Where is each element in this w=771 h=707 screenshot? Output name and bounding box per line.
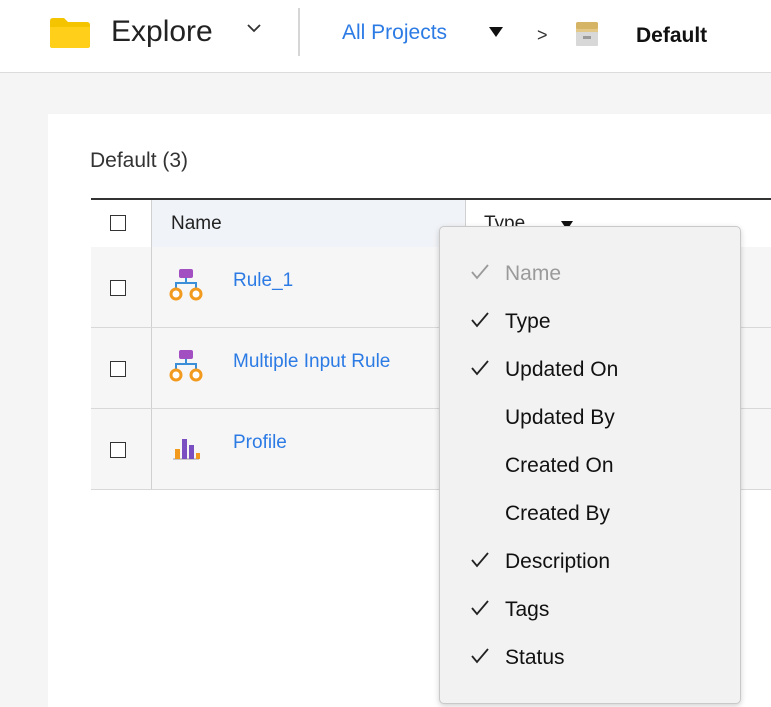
header-divider (298, 8, 300, 56)
menu-item-type[interactable]: Type (440, 297, 740, 345)
column-header-name: Name (171, 213, 222, 234)
menu-item-label: Type (505, 310, 551, 333)
breadcrumb-current: Default (636, 24, 708, 47)
row-checkbox[interactable] (110, 280, 126, 296)
menu-item-label: Created By (505, 502, 611, 525)
app-title[interactable]: Explore (111, 14, 213, 50)
top-header: Explore All Projects > Default (0, 0, 771, 73)
checkmark-icon (471, 264, 489, 280)
row-name-link[interactable]: Multiple Input Rule (233, 351, 390, 373)
project-archive-icon (576, 22, 598, 46)
row-checkbox-cell (91, 328, 152, 408)
menu-item-label: Name (505, 262, 562, 285)
rule-tree-icon (169, 350, 203, 382)
chevron-down-icon[interactable] (246, 22, 262, 34)
row-name-link[interactable]: Profile (233, 432, 287, 454)
menu-item-updated-by[interactable]: Updated By (440, 393, 740, 441)
menu-item-label: Created On (505, 454, 614, 477)
checkmark-icon (471, 360, 489, 376)
menu-item-status[interactable]: Status (440, 633, 740, 681)
rule-tree-icon (169, 269, 203, 301)
menu-item-description[interactable]: Description (440, 537, 740, 585)
row-checkbox-cell (91, 409, 152, 489)
menu-item-created-on[interactable]: Created On (440, 441, 740, 489)
breadcrumb-all-projects[interactable]: All Projects (342, 20, 447, 46)
breadcrumb-separator: > (537, 25, 548, 45)
menu-item-name: Name (440, 249, 740, 297)
checkmark-icon (471, 552, 489, 568)
section-title: Default (3) (90, 149, 189, 172)
profile-chart-icon (173, 439, 200, 460)
menu-item-updated-on[interactable]: Updated On (440, 345, 740, 393)
caret-down-icon[interactable] (488, 26, 504, 38)
menu-item-label: Status (505, 646, 565, 669)
checkmark-icon (471, 600, 489, 616)
folder-icon (50, 18, 90, 48)
checkmark-icon (471, 312, 489, 328)
column-header-name-cell[interactable]: Name (152, 200, 466, 248)
menu-item-label: Updated On (505, 358, 619, 381)
row-checkbox-cell (91, 247, 152, 327)
row-checkbox[interactable] (110, 442, 126, 458)
row-checkbox[interactable] (110, 361, 126, 377)
row-name-link[interactable]: Rule_1 (233, 270, 293, 292)
menu-item-created-by[interactable]: Created By (440, 489, 740, 537)
menu-item-label: Tags (505, 598, 550, 621)
menu-item-label: Updated By (505, 406, 615, 429)
header-checkbox-cell (91, 200, 152, 248)
checkmark-icon (471, 648, 489, 664)
menu-item-label: Description (505, 550, 611, 573)
menu-item-tags[interactable]: Tags (440, 585, 740, 633)
column-visibility-menu: Name Type Updated On Updated By Created … (439, 226, 741, 704)
select-all-checkbox[interactable] (110, 215, 126, 231)
